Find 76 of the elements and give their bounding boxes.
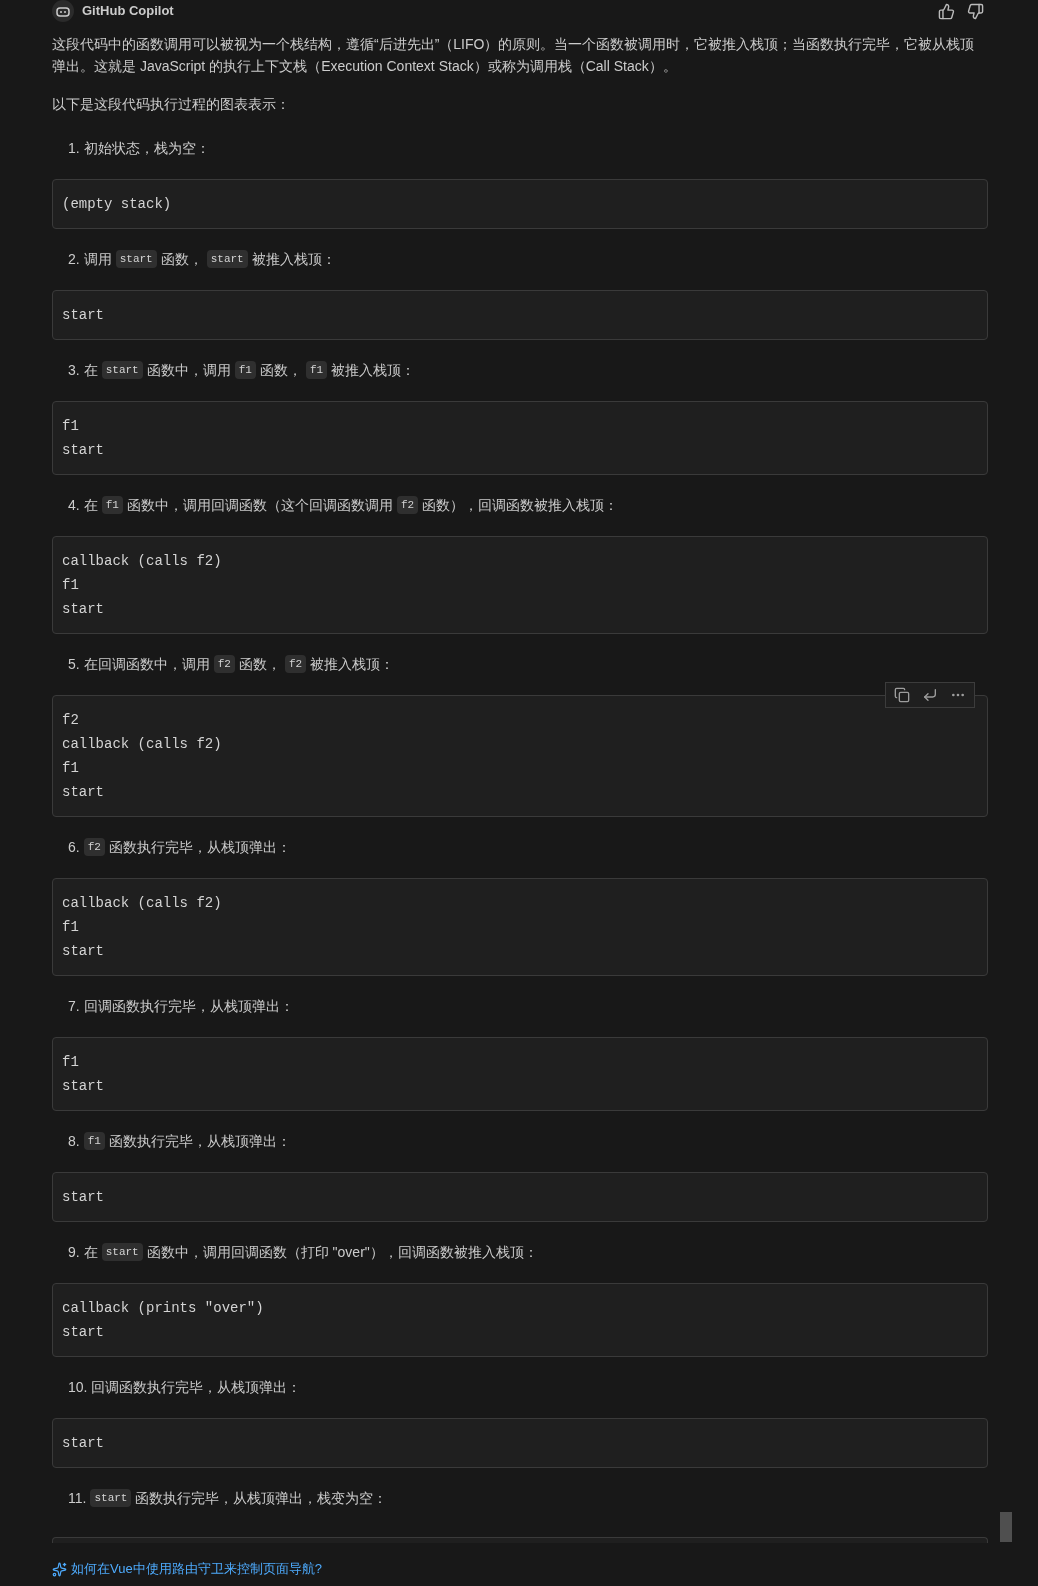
- step-text: 在: [83, 1242, 98, 1262]
- code-line: start: [62, 1188, 105, 1207]
- inline-code: f1: [83, 1131, 105, 1151]
- thumbs-up-icon[interactable]: [938, 2, 955, 20]
- step-number: 7.: [68, 996, 80, 1016]
- code-line: callback (calls f2): [62, 552, 223, 571]
- step-text: 在: [83, 360, 98, 380]
- inline-code: start: [101, 1242, 143, 1262]
- step-text: 初始状态，栈为空：: [83, 138, 210, 158]
- copy-icon[interactable]: [894, 687, 910, 703]
- inline-code: f2: [284, 654, 307, 674]
- follow-up-link[interactable]: 如何在Vue中使用路由守卫来控制页面导航?: [71, 1559, 322, 1579]
- code-line: start: [62, 1323, 105, 1342]
- inline-code: f1: [305, 360, 328, 380]
- code-line: start: [62, 1434, 105, 1453]
- code-line: start: [62, 1077, 105, 1096]
- step-number: 2.: [68, 249, 80, 269]
- step-number: 5.: [68, 654, 80, 674]
- step-number: 3.: [68, 360, 80, 380]
- thumbs-down-icon[interactable]: [967, 2, 984, 20]
- step-number: 10.: [68, 1377, 88, 1397]
- inline-code: f1: [101, 495, 123, 515]
- step-text: 函数中，调用: [146, 360, 231, 380]
- inline-code: start: [115, 249, 157, 269]
- step-text: 函数执行完毕，从栈顶弹出：: [108, 1131, 291, 1151]
- copilot-avatar-icon: [52, 0, 74, 22]
- code-line: start: [62, 942, 105, 961]
- step-text: 被推入栈顶：: [331, 360, 416, 380]
- step-text: 在回调函数中，调用: [83, 654, 210, 674]
- code-line: (empty stack): [62, 195, 173, 214]
- step-text: 函数，: [238, 654, 281, 674]
- step-text: 调用: [83, 249, 112, 269]
- code-line: callback (calls f2): [62, 735, 223, 754]
- code-line: callback (calls f2): [62, 894, 223, 913]
- step-number: 9.: [68, 1242, 80, 1262]
- step-text: 函数中，调用回调函数（打印 "over"），回调函数被推入栈顶：: [146, 1242, 538, 1262]
- code-line: f1: [62, 417, 80, 436]
- step-text: 回调函数执行完毕，从栈顶弹出：: [83, 996, 294, 1016]
- step-number: 1.: [68, 138, 80, 158]
- insert-icon[interactable]: [922, 687, 938, 703]
- inline-code: start: [90, 1488, 132, 1508]
- step-number: 4.: [68, 495, 80, 515]
- step-number: 11.: [68, 1488, 87, 1508]
- code-line: start: [62, 783, 105, 802]
- assistant-name: GitHub Copilot: [82, 2, 174, 21]
- inline-code: start: [206, 249, 248, 269]
- inline-code: f1: [234, 360, 256, 380]
- code-line: f2: [62, 711, 80, 730]
- code-line: f1: [62, 759, 80, 778]
- code-line: callback (prints "over"): [62, 1299, 265, 1318]
- step-text: 被推入栈顶：: [310, 654, 395, 674]
- code-line: f1: [62, 918, 80, 937]
- sparkle-icon: [52, 1561, 67, 1577]
- inline-code: f2: [396, 495, 419, 515]
- code-line: start: [62, 306, 105, 325]
- step-text: 在: [83, 495, 98, 515]
- code-line: f1: [62, 576, 80, 595]
- step-text: 被推入栈顶：: [251, 249, 336, 269]
- code-line: f1: [62, 1053, 80, 1072]
- lead-text: 以下是这段代码执行过程的图表表示：: [52, 95, 291, 114]
- step-number: 8.: [68, 1131, 80, 1151]
- step-number: 6.: [68, 837, 80, 857]
- step-text: 函数执行完毕，从栈顶弹出，栈变为空：: [135, 1488, 388, 1508]
- step-text: 函数），回调函数被推入栈顶：: [422, 495, 619, 515]
- step-text: 回调函数执行完毕，从栈顶弹出：: [91, 1377, 302, 1397]
- code-line: start: [62, 600, 105, 619]
- step-text: 函数，: [160, 249, 203, 269]
- scrollbar-thumb[interactable]: [1000, 1512, 1012, 1542]
- step-text: 函数中，调用回调函数（这个回调函数调用: [126, 495, 393, 515]
- inline-code: f2: [83, 837, 105, 857]
- inline-code: start: [101, 360, 143, 380]
- intro-paragraph: 这段代码中的函数调用可以被视为一个栈结构，遵循“后进先出”（LIFO）的原则。当一个函数被调用时，它被推入栈顶；当函数执行完毕，它被从栈顶弹出。这就是 JavaScript 的执行上下文栈（Execution Context Stack）或称为调用栈（Call Stack）。: [52, 35, 976, 76]
- code-line: start: [62, 441, 105, 460]
- step-text: 函数执行完毕，从栈顶弹出：: [108, 837, 291, 857]
- step-text: 函数，: [259, 360, 302, 380]
- inline-code: f2: [213, 654, 235, 674]
